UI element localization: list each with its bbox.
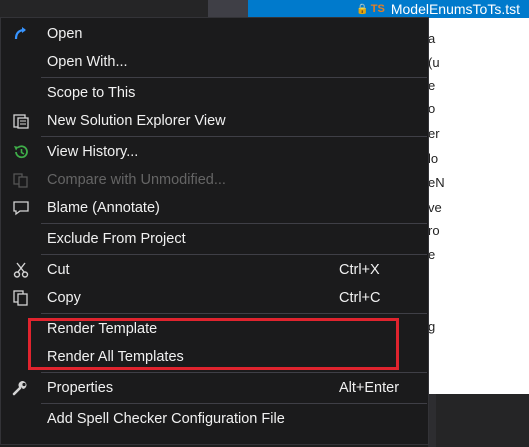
menu-item-properties[interactable]: Properties Alt+Enter: [1, 374, 428, 402]
lock-icon: 🔒: [356, 3, 369, 15]
menu-item-open-with[interactable]: Open With...: [1, 48, 428, 76]
menu-item-exclude-from-project[interactable]: Exclude From Project: [1, 225, 428, 253]
menu-item-add-spell-checker-config[interactable]: Add Spell Checker Configuration File: [1, 405, 428, 433]
menu-item-label: Scope to This: [47, 85, 136, 101]
editor-pane: a (u e o er lo eN ve ro e g: [428, 18, 529, 394]
menu-item-label: Open With...: [47, 54, 128, 70]
open-arrow-icon: [10, 25, 32, 43]
menu-separator: [41, 372, 427, 373]
history-icon: [10, 143, 32, 161]
wrench-icon: [10, 379, 32, 397]
selected-file-name: ModelEnumsToTs.tst: [390, 1, 520, 17]
menu-separator: [41, 254, 427, 255]
menu-item-label: Compare with Unmodified...: [47, 172, 226, 188]
menu-item-shortcut: Ctrl+C: [339, 290, 381, 306]
editor-text-fragment: g: [428, 319, 436, 334]
editor-text-fragment: lo: [428, 151, 439, 166]
menu-separator: [41, 403, 427, 404]
menu-item-new-solution-explorer-view[interactable]: New Solution Explorer View: [1, 107, 428, 135]
menu-separator: [41, 77, 427, 78]
menu-item-label: Add Spell Checker Configuration File: [47, 411, 285, 427]
editor-text-fragment: e: [428, 247, 436, 262]
menu-item-compare-with-unmodified[interactable]: Compare with Unmodified...: [1, 166, 428, 194]
menu-separator: [41, 223, 427, 224]
editor-text-fragment: er: [428, 126, 440, 141]
editor-text-fragment: (u: [428, 55, 440, 70]
editor-text-fragment: eN: [428, 175, 445, 190]
menu-item-label: Blame (Annotate): [47, 200, 160, 216]
scissors-icon: [10, 261, 32, 279]
compare-icon: [10, 171, 32, 189]
menu-item-shortcut: Alt+Enter: [339, 380, 400, 396]
editor-text-fragment: o: [428, 101, 436, 116]
menu-item-scope-to-this[interactable]: Scope to This: [1, 79, 428, 107]
menu-item-shortcut: Ctrl+X: [339, 262, 380, 278]
menu-item-cut[interactable]: Cut Ctrl+X: [1, 256, 428, 284]
menu-separator: [41, 313, 427, 314]
scrollbar-area: [208, 0, 248, 18]
comment-icon: [10, 199, 32, 217]
menu-item-label: Cut: [47, 262, 70, 278]
menu-item-label: Open: [47, 26, 83, 42]
menu-item-label: Copy: [47, 290, 81, 306]
menu-item-view-history[interactable]: View History...: [1, 138, 428, 166]
editor-text-fragment: e: [428, 78, 436, 93]
status-area: [428, 394, 529, 447]
menu-separator: [41, 136, 427, 137]
menu-item-label: Properties: [47, 380, 114, 396]
red-highlight-box: [28, 318, 399, 370]
editor-text-fragment: a: [428, 31, 436, 46]
menu-item-copy[interactable]: Copy Ctrl+C: [1, 284, 428, 312]
menu-item-label: New Solution Explorer View: [47, 113, 226, 129]
editor-text-fragment: ro: [428, 223, 440, 238]
menu-item-open[interactable]: Open: [1, 20, 428, 48]
menu-item-blame-annotate[interactable]: Blame (Annotate): [1, 194, 428, 222]
menu-item-label: View History...: [47, 144, 139, 160]
selected-file-row[interactable]: 🔒 TS ModelEnumsToTs.tst: [248, 0, 529, 18]
new-view-icon: [10, 112, 32, 130]
copy-icon: [10, 289, 32, 307]
editor-text-fragment: ve: [428, 200, 442, 215]
menu-item-label: Exclude From Project: [47, 231, 186, 247]
typescript-file-icon: TS: [370, 3, 385, 15]
context-menu: Open Open With... Scope to This New Solu…: [0, 17, 429, 445]
